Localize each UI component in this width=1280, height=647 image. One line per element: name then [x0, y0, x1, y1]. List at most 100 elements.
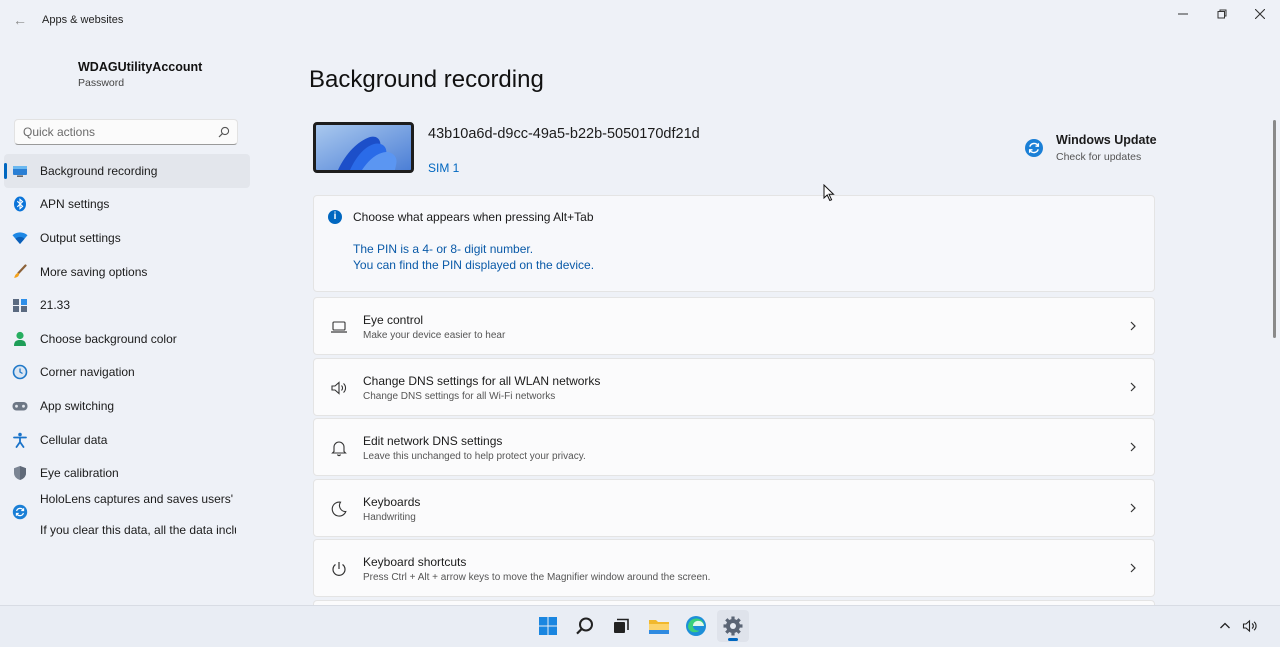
- speaker-icon: [331, 380, 346, 395]
- edge-icon: [686, 616, 706, 636]
- chevron-right-icon: [1130, 563, 1136, 573]
- power-icon: [332, 562, 346, 576]
- bluetooth-icon: [12, 196, 28, 212]
- task-view-icon: [614, 618, 629, 633]
- profile-subtitle: Password: [78, 77, 125, 89]
- sidebar-item-eye-calibration[interactable]: Eye calibration: [4, 456, 250, 490]
- chevron-right-icon: [1130, 382, 1136, 391]
- back-arrow-icon[interactable]: ←: [12, 12, 28, 28]
- setting-card-subtitle: Leave this unchanged to help protect you…: [363, 451, 586, 462]
- sidebar-item-cellular-data[interactable]: Cellular data: [4, 423, 250, 457]
- sidebar-item-label: 21.33: [40, 298, 71, 313]
- info-icon: i: [328, 210, 342, 224]
- windows-update-title: Windows Update: [1056, 133, 1157, 147]
- scrollbar[interactable]: [1273, 120, 1276, 338]
- info-card: i Choose what appears when pressing Alt+…: [313, 195, 1155, 292]
- sidebar-item-apn-settings[interactable]: APN settings: [4, 188, 250, 222]
- accessibility-icon: [12, 432, 28, 448]
- page-title: Background recording: [309, 66, 544, 93]
- shield-icon: [12, 465, 28, 481]
- settings-window: ← Apps & websites WDAGUtilityAccount Pas…: [0, 0, 1280, 610]
- device-name: 43b10a6d-d9cc-49a5-b22b-5050170df21d: [428, 126, 700, 142]
- restore-button[interactable]: [1203, 0, 1241, 28]
- setting-card-change-dns-wlan[interactable]: Change DNS settings for all WLAN network…: [313, 357, 1155, 416]
- update-icon: [12, 504, 28, 520]
- chevron-right-icon: [1130, 442, 1136, 452]
- windows-start-icon: [539, 617, 557, 635]
- sidebar-item-choose-background-color[interactable]: Choose background color: [4, 322, 250, 356]
- sidebar-item-output-settings[interactable]: Output settings: [4, 221, 250, 255]
- sidebar-item-label: App switching: [40, 398, 115, 413]
- search-icon: [576, 617, 593, 635]
- settings-icon: [723, 616, 743, 636]
- bell-icon: [331, 441, 347, 457]
- chevron-right-icon: [1130, 503, 1136, 512]
- sidebar-item-app-switching[interactable]: App switching: [4, 389, 250, 423]
- minimize-button[interactable]: [1164, 0, 1202, 28]
- laptop-icon: [331, 321, 347, 333]
- sidebar-item-label: Cellular data: [40, 432, 108, 447]
- setting-card-subtitle: Press Ctrl + Alt + arrow keys to move th…: [363, 572, 711, 583]
- sidebar-item-label: Corner navigation: [40, 365, 135, 380]
- info-line: You can find the PIN displayed on the de…: [353, 258, 595, 272]
- setting-card-title: Keyboards: [363, 494, 421, 509]
- wifi-icon: [12, 230, 28, 246]
- setting-card-edit-network-dns[interactable]: Edit network DNS settings Leave this unc…: [313, 418, 1155, 476]
- sidebar-item-label: Background recording: [40, 163, 158, 178]
- sidebar-item-holo-lens[interactable]: HoloLens captures and saves users' e If …: [4, 490, 250, 546]
- taskbar-edge[interactable]: [680, 610, 712, 642]
- setting-card-keyboard-shortcuts[interactable]: Keyboard shortcuts Press Ctrl + Alt + ar…: [313, 539, 1155, 597]
- sidebar-item-label: APN settings: [40, 197, 110, 212]
- sidebar-item-label: HoloLens captures and saves users' e: [40, 492, 236, 506]
- setting-card-subtitle: Make your device easier to hear: [363, 330, 506, 341]
- device-thumbnail: [313, 122, 414, 173]
- close-button[interactable]: [1241, 0, 1279, 28]
- device-link[interactable]: SIM 1: [428, 161, 459, 175]
- taskbar-task-view[interactable]: [605, 610, 637, 642]
- taskbar-settings[interactable]: [717, 610, 749, 642]
- clock-icon: [12, 364, 28, 380]
- sidebar-item-background-recording[interactable]: Background recording: [4, 154, 250, 188]
- update-icon: [1025, 139, 1043, 157]
- gamepad-icon: [12, 398, 28, 414]
- search-box[interactable]: [14, 119, 238, 145]
- moon-icon: [331, 501, 347, 517]
- taskbar: [0, 605, 1280, 647]
- setting-card-keyboards[interactable]: Keyboards Handwriting: [313, 478, 1155, 537]
- setting-card-title: Change DNS settings for all WLAN network…: [363, 373, 601, 388]
- volume-icon: [1242, 619, 1257, 633]
- info-line: The PIN is a 4- or 8- digit number.: [353, 242, 534, 256]
- info-heading: Choose what appears when pressing Alt+Ta…: [353, 210, 594, 224]
- monitor-icon: [12, 163, 28, 179]
- setting-card-eye-control[interactable]: Eye control Make your device easier to h…: [313, 297, 1155, 355]
- taskbar-file-explorer[interactable]: [643, 610, 675, 642]
- sidebar-item-21-33[interactable]: 21.33: [4, 288, 250, 322]
- mouse-cursor-icon: [823, 184, 835, 202]
- sidebar-item-corner-navigation[interactable]: Corner navigation: [4, 356, 250, 390]
- sidebar-item-label: Output settings: [40, 230, 121, 245]
- setting-card-title: Edit network DNS settings: [363, 434, 503, 448]
- restore-icon: [1217, 9, 1227, 19]
- sidebar-item-more-saving-options[interactable]: More saving options: [4, 255, 250, 289]
- search-icon[interactable]: [217, 125, 231, 139]
- setting-card-title: Eye control: [363, 313, 424, 327]
- tray-volume-button[interactable]: [1241, 617, 1259, 635]
- sidebar-item-label: More saving options: [40, 264, 148, 279]
- taskbar-start[interactable]: [532, 610, 564, 642]
- chevron-up-icon: [1220, 622, 1230, 629]
- search-input[interactable]: [15, 120, 213, 144]
- brush-icon: [12, 263, 28, 280]
- sidebar-item-label: Choose background color: [40, 331, 177, 346]
- file-explorer-icon: [649, 620, 669, 634]
- title-bar: ← Apps & websites: [0, 0, 1280, 40]
- windows-update-link[interactable]: Windows Update Check for updates: [1024, 132, 1174, 172]
- person-icon: [12, 331, 28, 347]
- sidebar-item-sublabel: If you clear this data, all the data inc…: [40, 523, 236, 537]
- apps-icon: [12, 297, 28, 313]
- windows-update-subtitle: Check for updates: [1056, 151, 1142, 163]
- taskbar-search[interactable]: [569, 610, 601, 642]
- setting-card-subtitle: Handwriting: [363, 511, 416, 523]
- sidebar-nav: Background recording APN settings Output…: [4, 154, 250, 490]
- chevron-right-icon: [1130, 321, 1136, 331]
- tray-overflow-button[interactable]: [1216, 617, 1234, 635]
